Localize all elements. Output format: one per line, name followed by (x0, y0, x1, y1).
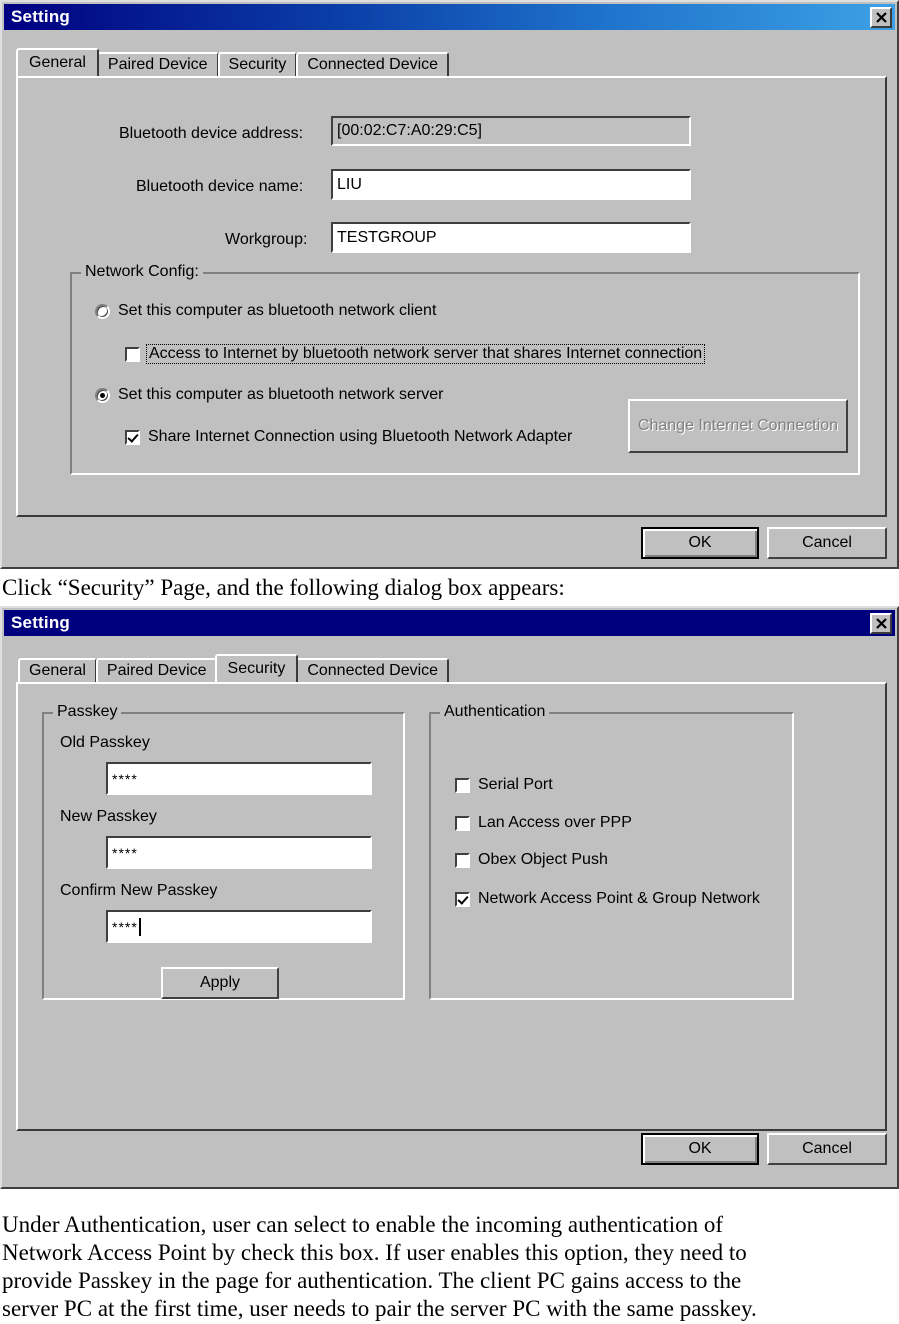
close-icon[interactable] (870, 6, 892, 28)
tab-label: General (29, 662, 86, 679)
new-passkey-input[interactable]: **** (106, 836, 372, 869)
tabpanel-security: Passkey Old Passkey **** New Passkey ***… (16, 682, 887, 1131)
checkbox-icon (455, 891, 470, 907)
tab-security[interactable]: Security (214, 654, 299, 682)
confirm-passkey-label: Confirm New Passkey (60, 882, 218, 899)
text-caret (138, 917, 141, 936)
checkbox-label: Lan Access over PPP (478, 814, 632, 831)
checkbox-icon (455, 815, 470, 831)
radio-icon (95, 303, 110, 319)
tab-label: General (29, 54, 86, 71)
checkbox-network-access-point[interactable]: Network Access Point & Group Network (455, 890, 760, 908)
tab-label: Paired Device (106, 662, 207, 679)
apply-button[interactable]: Apply (161, 967, 279, 999)
tab-paired-device[interactable]: Paired Device (96, 52, 219, 76)
radio-network-client[interactable]: Set this computer as bluetooth network c… (95, 302, 436, 320)
tab-connected-device[interactable]: Connected Device (296, 52, 450, 76)
tab-connected-device[interactable]: Connected Device (296, 658, 450, 682)
checkbox-lan-access-over-ppp[interactable]: Lan Access over PPP (455, 814, 632, 832)
checkbox-label: Network Access Point & Group Network (478, 890, 760, 907)
bluetooth-name-label: Bluetooth device name: (136, 178, 304, 195)
tab-security[interactable]: Security (217, 52, 298, 76)
authentication-group-title: Authentication (440, 703, 550, 721)
radio-icon (95, 387, 110, 403)
workgroup-label: Workgroup: (225, 231, 308, 248)
passkey-group: Passkey Old Passkey **** New Passkey ***… (42, 703, 405, 1000)
tab-general[interactable]: General (16, 48, 99, 76)
old-passkey-input[interactable]: **** (106, 762, 372, 795)
titlebar-general[interactable]: Setting (4, 4, 895, 30)
titlebar-security[interactable]: Setting (4, 610, 895, 636)
network-config-group: Network Config: Set this computer as blu… (70, 263, 860, 475)
checkbox-label: Access to Internet by bluetooth network … (146, 344, 706, 364)
workgroup-field[interactable]: TESTGROUP (331, 222, 691, 253)
authentication-group: Authentication Serial Port Lan Access ov… (429, 703, 794, 1000)
checkbox-obex-object-push[interactable]: Obex Object Push (455, 851, 608, 869)
radio-network-server[interactable]: Set this computer as bluetooth network s… (95, 386, 444, 404)
confirm-passkey-value: **** (112, 918, 138, 935)
window-title: Setting (11, 613, 71, 632)
footer-paragraph: Under Authentication, user can select to… (2, 1212, 757, 1321)
tabstrip-security: General Paired Device Security Connected… (18, 654, 450, 682)
cancel-button[interactable]: Cancel (767, 527, 887, 559)
bluetooth-address-field[interactable]: [00:02:C7:A0:29:C5] (331, 116, 691, 146)
confirm-passkey-input[interactable]: **** (106, 910, 372, 943)
tabpanel-general: Bluetooth device address: [00:02:C7:A0:2… (16, 76, 887, 517)
window-title: Setting (11, 7, 71, 26)
passkey-group-title: Passkey (53, 703, 122, 721)
tab-label: Connected Device (307, 56, 439, 73)
network-config-title: Network Config: (81, 263, 203, 281)
bluetooth-name-field[interactable]: LIU (331, 169, 691, 200)
tab-paired-device[interactable]: Paired Device (95, 658, 218, 682)
tab-general[interactable]: General (18, 658, 97, 682)
settings-dialog-general: Setting General Paired Device Security C… (0, 0, 899, 569)
close-icon[interactable] (870, 612, 892, 634)
checkbox-icon (455, 777, 470, 793)
new-passkey-label: New Passkey (60, 808, 157, 825)
checkbox-share-connection[interactable]: Share Internet Connection using Bluetoot… (125, 428, 572, 446)
ok-button[interactable]: OK (641, 527, 759, 559)
tab-label: Security (228, 56, 287, 73)
settings-dialog-security: Setting General Paired Device Security C… (0, 606, 899, 1189)
tab-label: Paired Device (107, 56, 208, 73)
tab-label: Security (227, 660, 286, 677)
radio-label: Set this computer as bluetooth network c… (118, 302, 437, 319)
checkbox-label: Share Internet Connection using Bluetoot… (148, 428, 573, 445)
checkbox-icon (125, 346, 140, 362)
cancel-button[interactable]: Cancel (767, 1133, 887, 1165)
checkbox-serial-port[interactable]: Serial Port (455, 776, 553, 794)
caption-text: Click “Security” Page, and the following… (2, 575, 565, 600)
bluetooth-address-label: Bluetooth device address: (119, 125, 304, 142)
checkbox-label: Serial Port (478, 776, 553, 793)
old-passkey-label: Old Passkey (60, 734, 150, 751)
checkbox-label: Obex Object Push (478, 851, 608, 868)
checkbox-icon (125, 429, 140, 445)
ok-button[interactable]: OK (641, 1133, 759, 1165)
radio-label: Set this computer as bluetooth network s… (118, 386, 444, 403)
change-internet-connection-button[interactable]: Change Internet Connection (628, 399, 848, 453)
tab-label: Connected Device (307, 662, 439, 679)
checkbox-access-internet[interactable]: Access to Internet by bluetooth network … (125, 344, 706, 364)
tabstrip-general: General Paired Device Security Connected… (16, 48, 450, 76)
checkbox-icon (455, 852, 470, 868)
